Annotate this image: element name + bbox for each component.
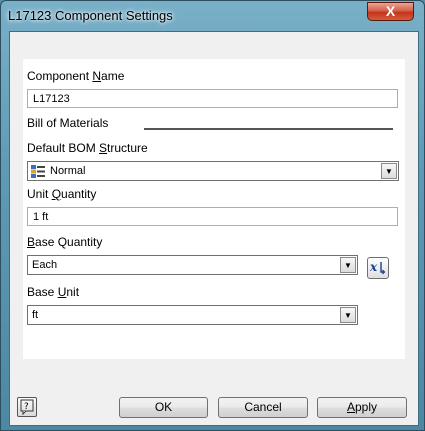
unit-quantity-label-post: uantity (61, 187, 97, 201)
bill-of-materials-divider (144, 128, 393, 130)
bom-structure-label-pre: Default BOM (27, 141, 100, 155)
apply-button-rest: pply (355, 400, 378, 414)
parameter-fx-icon: x (369, 260, 386, 275)
svg-text:x: x (369, 260, 378, 274)
component-name-input[interactable]: L17123 (27, 89, 398, 108)
unit-quantity-input[interactable]: 1 ft (27, 207, 398, 226)
bom-structure-dropdown-arrow[interactable]: ▼ (381, 163, 397, 179)
base-quantity-label-accel: B (27, 235, 36, 249)
unit-quantity-label-pre: Unit (27, 187, 52, 201)
apply-button[interactable]: Apply (317, 397, 407, 418)
component-name-label-pre: Component (27, 69, 93, 83)
ok-button[interactable]: OK (119, 397, 208, 418)
base-quantity-label-post: ase Quantity (35, 235, 103, 249)
component-name-label-accel: N (92, 69, 102, 83)
component-name-label: Component Name (27, 69, 124, 83)
component-name-label-post: ame (101, 69, 125, 83)
help-button[interactable]: ? (17, 397, 37, 417)
bom-structure-label: Default BOM Structure (27, 141, 148, 155)
help-icon: ? (20, 399, 34, 416)
base-quantity-dropdown-arrow[interactable]: ▼ (340, 257, 356, 273)
base-quantity-label: Base Quantity (27, 235, 102, 249)
bom-structure-label-accel: S (99, 141, 108, 155)
base-unit-label-pre: Base (27, 285, 58, 299)
apply-button-accel: A (346, 400, 355, 414)
base-quantity-dropdown[interactable]: Each ▼ (27, 255, 358, 275)
base-unit-dropdown[interactable]: ft ▼ (27, 305, 358, 325)
window-title: L17123 Component Settings (8, 8, 173, 23)
bom-structure-value: Normal (50, 165, 86, 177)
close-button[interactable]: X (367, 2, 414, 21)
bom-structure-icon (31, 165, 45, 178)
svg-text:?: ? (24, 402, 29, 412)
unit-quantity-label: Unit Quantity (27, 187, 96, 201)
unit-quantity-label-accel: Q (51, 187, 62, 201)
bill-of-materials-label: Bill of Materials (27, 116, 109, 130)
base-unit-label: Base Unit (27, 285, 79, 299)
bom-structure-label-post: tructure (107, 141, 148, 155)
base-unit-dropdown-arrow[interactable]: ▼ (340, 307, 356, 323)
cancel-button[interactable]: Cancel (218, 397, 308, 418)
base-unit-label-post: nit (66, 285, 80, 299)
parameter-fx-button[interactable]: x (367, 257, 389, 279)
title-bar[interactable]: L17123 Component Settings X (1, 1, 424, 31)
dialog-window: L17123 Component Settings X Component Na… (0, 0, 425, 431)
base-quantity-value: Each (32, 259, 58, 271)
base-unit-value: ft (32, 309, 39, 321)
dialog-client-area: Component Name L17123 Bill of Materials … (9, 31, 419, 426)
bom-structure-dropdown[interactable]: Normal ▼ (27, 161, 399, 181)
